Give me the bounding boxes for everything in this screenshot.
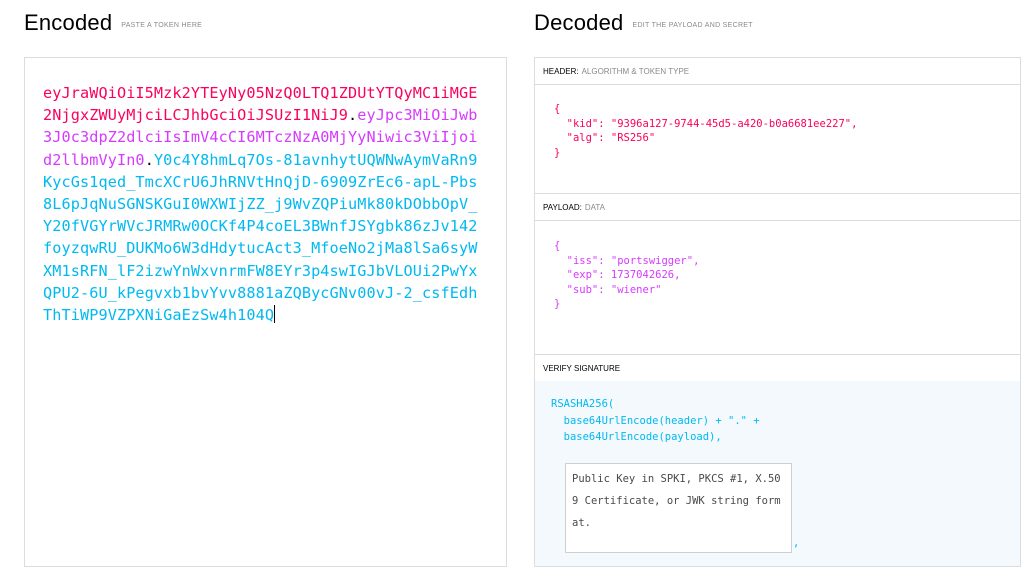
token-dot-2: . <box>144 150 154 169</box>
public-key-input[interactable]: Public Key in SPKI, PKCS #1, X.509 Certi… <box>565 463 792 553</box>
payload-label: PAYLOAD: <box>543 203 582 212</box>
token-text[interactable]: eyJraWQiOiI5Mzk2YTEyNy05NzQ0LTQ1ZDUtYTQy… <box>43 82 483 326</box>
header-section-label: HEADER: ALGORITHM & TOKEN TYPE <box>535 58 1020 85</box>
decoded-subtitle: EDIT THE PAYLOAD AND SECRET <box>632 22 753 29</box>
token-dot-1: . <box>348 106 358 125</box>
decoded-panel: HEADER: ALGORITHM & TOKEN TYPE { "kid": "… <box>534 57 1021 567</box>
decoded-heading: Decoded EDIT THE PAYLOAD AND SECRET <box>534 10 753 36</box>
payload-section-label: PAYLOAD: DATA <box>535 194 1020 221</box>
encoded-heading: Encoded PASTE A TOKEN HERE <box>24 10 202 36</box>
verify-section-label: VERIFY SIGNATURE <box>535 355 1020 382</box>
encoded-subtitle: PASTE A TOKEN HERE <box>121 22 203 29</box>
text-caret <box>274 305 276 324</box>
header-label: HEADER: <box>543 67 579 76</box>
payload-label-sub: DATA <box>584 203 605 212</box>
verify-trailing-comma: , <box>793 537 800 549</box>
verify-signature-area: RSASHA256( base64UrlEncode(header) + "."… <box>535 381 1020 566</box>
encoded-token-editor[interactable]: eyJraWQiOiI5Mzk2YTEyNy05NzQ0LTQ1ZDUtYTQy… <box>24 57 507 567</box>
header-json-editor[interactable]: { "kid": "9396a127-9744-45d5-a420-b0a668… <box>554 102 857 160</box>
verify-code: RSASHA256( base64UrlEncode(header) + "."… <box>551 398 760 443</box>
token-signature-part: Y0c4Y8hmLq7Os-81avnhytUQWNwAymVaRn9KycGs… <box>43 150 478 325</box>
verify-label: VERIFY SIGNATURE <box>543 364 621 373</box>
payload-json-editor[interactable]: { "iss": "portswigger", "exp": 173704262… <box>554 239 699 312</box>
decoded-title: Decoded <box>534 10 624 35</box>
header-label-sub: ALGORITHM & TOKEN TYPE <box>581 67 690 76</box>
encoded-title: Encoded <box>24 10 113 35</box>
